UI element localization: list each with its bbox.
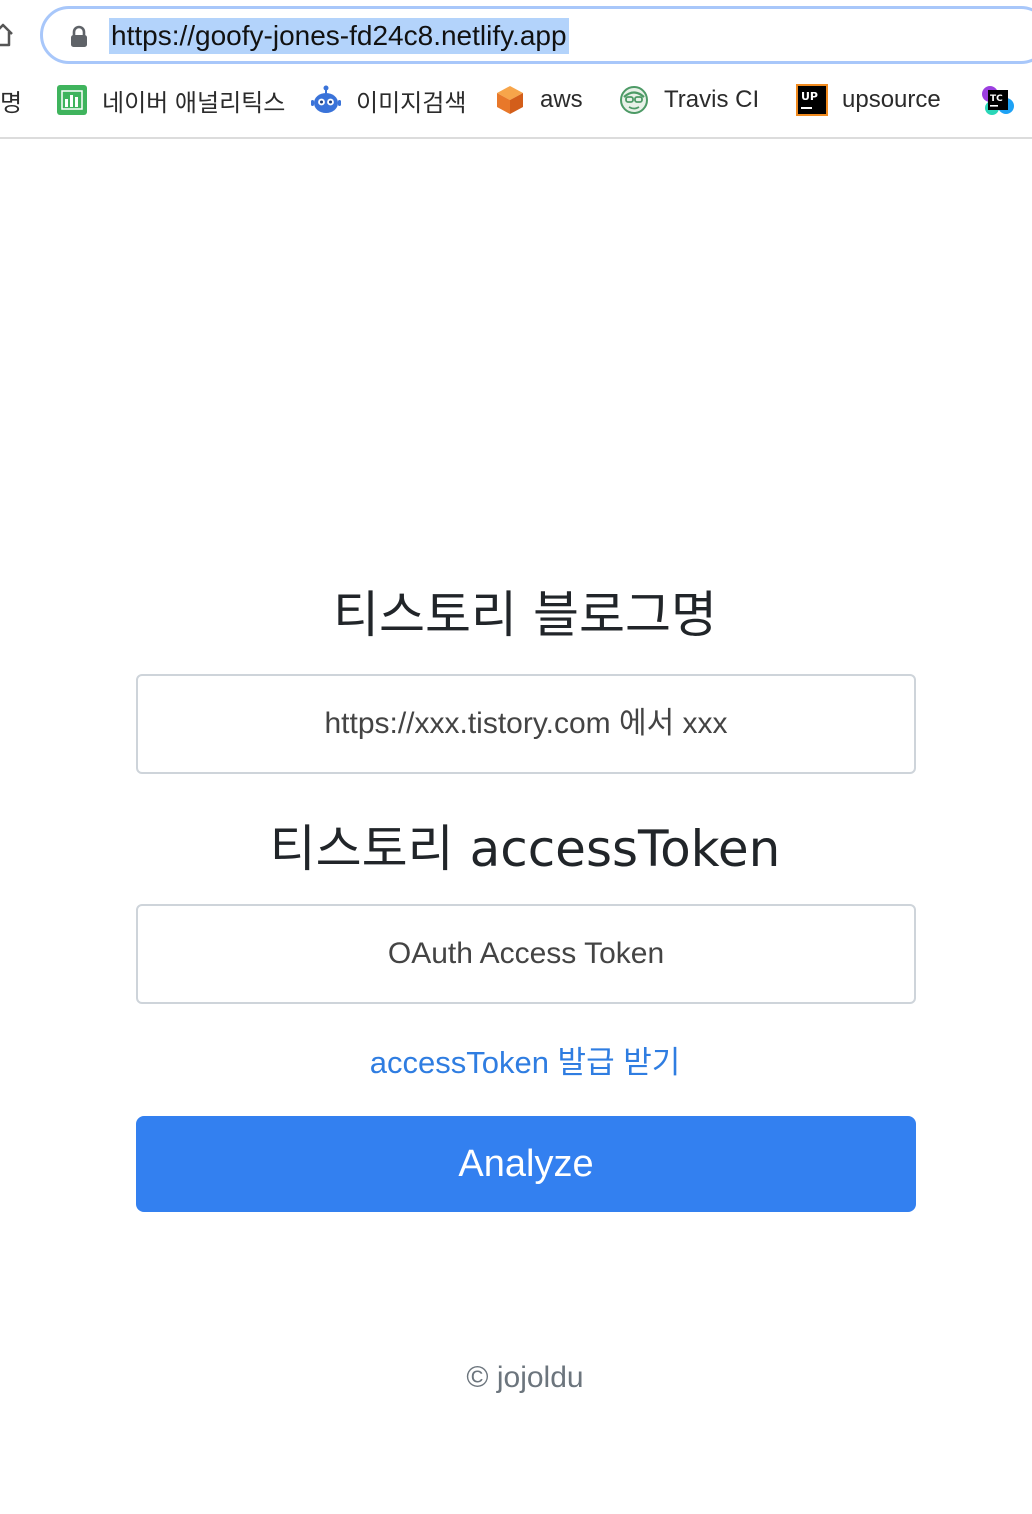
analytics-chart-icon [57, 85, 87, 115]
issue-access-token-link[interactable]: accessToken 발급 받기 [0, 1037, 1032, 1082]
bookmark-truncated[interactable]: 명 [0, 72, 22, 128]
bookmark-teamcity[interactable]: TC [982, 72, 1028, 128]
robot-icon [311, 85, 341, 113]
bookmark-label: 네이버 애널리틱스 [102, 89, 286, 117]
bookmark-label: upsource [842, 86, 941, 113]
bookmark-aws[interactable]: aws [494, 72, 583, 128]
aws-cube-icon [497, 86, 523, 114]
analyze-button[interactable]: Analyze [136, 1116, 916, 1212]
blog-name-input[interactable] [136, 674, 916, 774]
access-token-heading: 티스토리 accessToken [269, 820, 781, 878]
bookmark-label: Travis CI [664, 86, 760, 113]
travis-mascot-icon [620, 86, 648, 114]
bookmark-label: 이미지검색 [356, 89, 467, 117]
bookmark-travis-ci[interactable]: Travis CI [618, 72, 759, 128]
blog-name-heading: 티스토리 블로그명 [333, 586, 717, 644]
bookmark-image-search[interactable]: 이미지검색 [310, 72, 466, 128]
bookmark-upsource[interactable]: UP upsource [796, 72, 941, 128]
copyright-footer: © jojoldu [466, 1361, 584, 1394]
bookmark-label: 명 [0, 89, 23, 117]
browser-chrome: https://goofy-jones-fd24c8.netlify.app 명… [0, 0, 1032, 139]
upsource-icon: UP [796, 84, 828, 116]
access-token-input[interactable] [136, 904, 916, 1004]
bookmark-naver-analytics[interactable]: 네이버 애널리틱스 [56, 72, 285, 128]
analyzer-form: 티스토리 블로그명 티스토리 accessToken accessToken 발… [0, 137, 1032, 1514]
lock-icon [71, 25, 87, 47]
svg-text:TC: TC [990, 94, 1003, 104]
svg-text:UP: UP [801, 90, 818, 103]
teamcity-icon: TC [982, 86, 1014, 115]
bookmark-label: aws [540, 86, 583, 113]
address-bar[interactable]: https://goofy-jones-fd24c8.netlify.app [40, 6, 1032, 64]
bookmarks-bar: 명 네이버 애널리틱스 이미지검색 aws Travis CI UP upsou… [0, 72, 1032, 128]
home-icon[interactable] [0, 22, 14, 48]
url-text[interactable]: https://goofy-jones-fd24c8.netlify.app [109, 18, 569, 54]
